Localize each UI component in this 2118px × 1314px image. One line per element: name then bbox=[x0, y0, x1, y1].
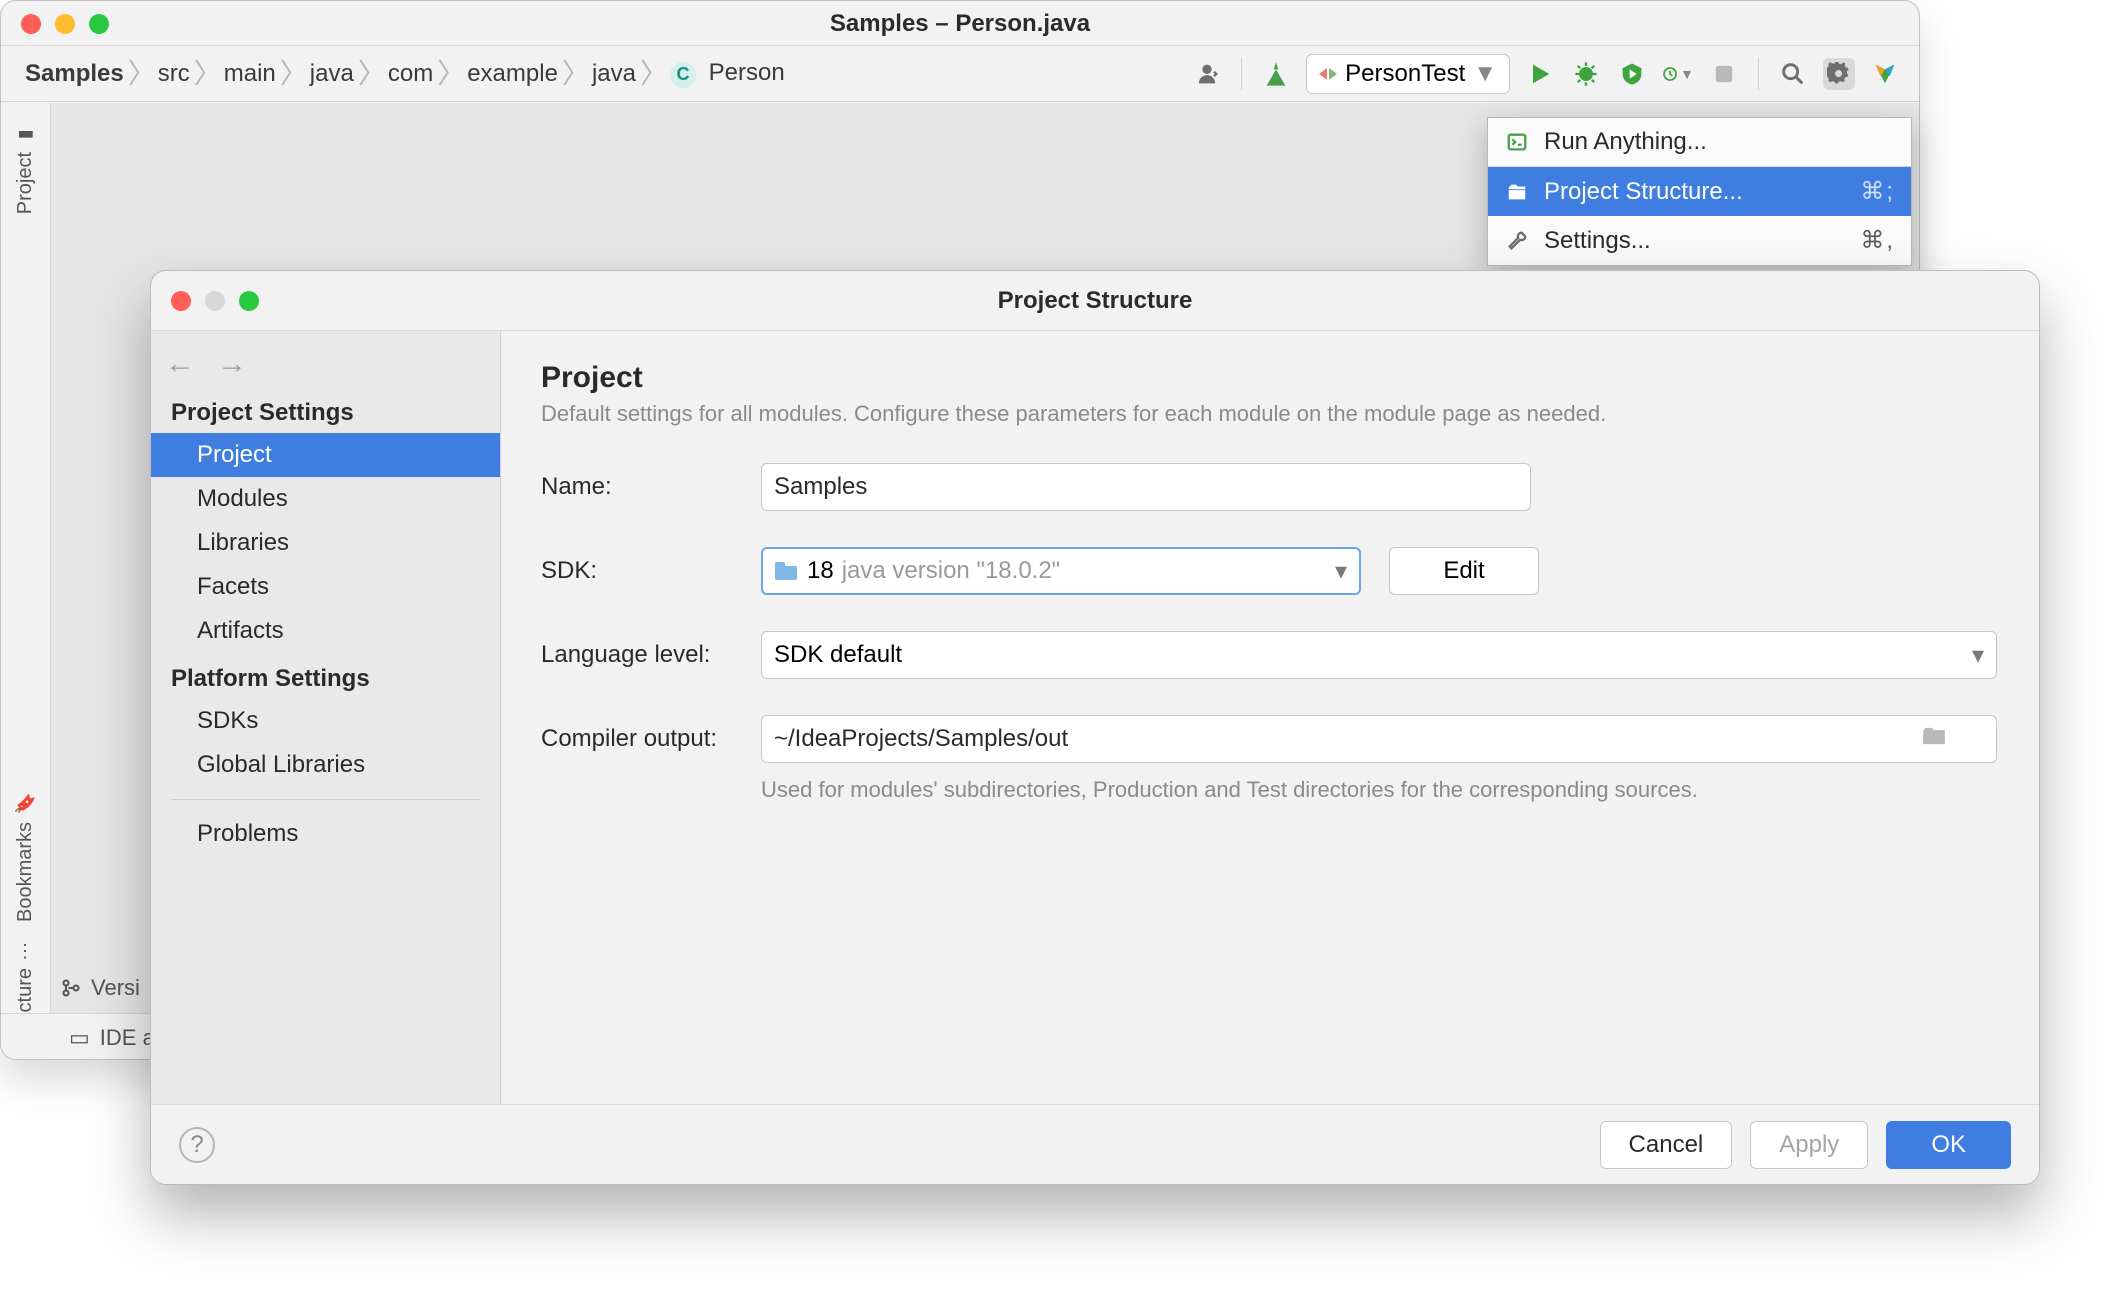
page-description: Default settings for all modules. Config… bbox=[541, 401, 1999, 427]
project-structure-dialog: Project Structure ← → Project Settings P… bbox=[150, 270, 2040, 1185]
bookmark-icon: 🔖 bbox=[15, 792, 37, 814]
close-window-button[interactable] bbox=[21, 14, 41, 34]
name-label: Name: bbox=[541, 473, 761, 501]
section-project-settings: Project Settings bbox=[151, 387, 500, 433]
settings-gear-icon[interactable] bbox=[1823, 58, 1855, 90]
terminal-icon bbox=[1504, 131, 1530, 153]
left-tool-stripe: Project ▮ Bookmarks 🔖 Structure ⋮ bbox=[1, 103, 51, 1059]
compiler-output-label: Compiler output: bbox=[541, 725, 761, 753]
build-icon[interactable] bbox=[1260, 58, 1292, 90]
breadcrumb-item[interactable]: java bbox=[304, 60, 360, 88]
shortcut-label: ⌘; bbox=[1860, 177, 1895, 206]
chevron-down-icon: ▼ bbox=[1680, 66, 1694, 82]
toolbar-right: PersonTest ▼ ▼ bbox=[1191, 54, 1901, 94]
ide-status-item[interactable]: ▭ IDE ar bbox=[69, 1025, 162, 1051]
tool-tab-bookmarks[interactable]: Bookmarks 🔖 bbox=[10, 782, 41, 932]
menu-item-run-anything[interactable]: Run Anything... bbox=[1488, 118, 1911, 167]
edit-sdk-button[interactable]: Edit bbox=[1389, 547, 1539, 595]
sidebar-item-artifacts[interactable]: Artifacts bbox=[151, 609, 500, 653]
dialog-titlebar: Project Structure bbox=[151, 271, 2039, 331]
version-control-status[interactable]: Versi bbox=[61, 965, 140, 1011]
browse-folder-icon[interactable] bbox=[1921, 725, 1947, 754]
breadcrumbs[interactable]: Samples〉 src〉 main〉 java〉 com〉 example〉 … bbox=[19, 59, 1189, 88]
code-with-me-icon[interactable] bbox=[1191, 58, 1223, 90]
language-level-label: Language level: bbox=[541, 641, 761, 669]
sdk-label: SDK: bbox=[541, 557, 761, 585]
nav-back-icon[interactable]: ← bbox=[165, 347, 195, 381]
profile-icon[interactable]: ▼ bbox=[1662, 58, 1694, 90]
apply-button[interactable]: Apply bbox=[1750, 1121, 1868, 1169]
dialog-footer: ? Cancel Apply OK bbox=[151, 1104, 2039, 1184]
nav-forward-icon[interactable]: → bbox=[217, 347, 247, 381]
dialog-sidebar: ← → Project Settings Project Modules Lib… bbox=[151, 331, 501, 1104]
menu-item-project-structure[interactable]: Project Structure... ⌘; bbox=[1488, 167, 1911, 216]
ok-button[interactable]: OK bbox=[1886, 1121, 2011, 1169]
window-icon: ▭ bbox=[69, 1025, 90, 1051]
dialog-title: Project Structure bbox=[998, 287, 1193, 314]
section-platform-settings: Platform Settings bbox=[151, 653, 500, 699]
wrench-icon bbox=[1504, 230, 1530, 252]
structure-icon: ⋮ bbox=[17, 940, 35, 962]
run-test-icon bbox=[1319, 68, 1337, 80]
chevron-down-icon: ▼ bbox=[1473, 60, 1497, 88]
run-configuration-combo[interactable]: PersonTest ▼ bbox=[1306, 54, 1510, 94]
main-toolbar: Samples〉 src〉 main〉 java〉 com〉 example〉 … bbox=[1, 46, 1919, 102]
breadcrumb-root[interactable]: Samples bbox=[19, 60, 130, 88]
chevron-down-icon: ▾ bbox=[1972, 641, 1984, 670]
class-icon: C bbox=[670, 62, 696, 88]
dialog-minimize-button bbox=[205, 291, 225, 311]
folder-icon bbox=[775, 562, 797, 580]
language-level-combo[interactable]: SDK default ▾ bbox=[761, 631, 1997, 679]
breadcrumb-item[interactable]: main bbox=[218, 60, 282, 88]
jetbrains-toolbox-icon[interactable] bbox=[1869, 58, 1901, 90]
breadcrumb-item[interactable]: com bbox=[382, 60, 439, 88]
breadcrumb-class[interactable]: C Person bbox=[664, 59, 791, 88]
settings-popup-menu: Run Anything... Project Structure... ⌘; … bbox=[1487, 117, 1912, 266]
sidebar-item-project[interactable]: Project bbox=[151, 433, 500, 477]
dialog-close-button[interactable] bbox=[171, 291, 191, 311]
dialog-zoom-button[interactable] bbox=[239, 291, 259, 311]
window-controls bbox=[21, 14, 109, 34]
tool-tab-project[interactable]: Project ▮ bbox=[10, 113, 41, 224]
dialog-content: Project Default settings for all modules… bbox=[501, 331, 2039, 1104]
breadcrumb-item[interactable]: src bbox=[152, 60, 196, 88]
sidebar-item-global-libraries[interactable]: Global Libraries bbox=[151, 743, 500, 787]
search-icon[interactable] bbox=[1777, 58, 1809, 90]
run-with-coverage-icon[interactable] bbox=[1616, 58, 1648, 90]
branch-icon bbox=[61, 978, 81, 998]
compiler-output-hint: Used for modules' subdirectories, Produc… bbox=[761, 777, 1999, 803]
run-icon[interactable] bbox=[1524, 58, 1556, 90]
sidebar-item-libraries[interactable]: Libraries bbox=[151, 521, 500, 565]
sidebar-item-problems[interactable]: Problems bbox=[151, 812, 500, 856]
window-title: Samples – Person.java bbox=[830, 10, 1090, 37]
debug-icon[interactable] bbox=[1570, 58, 1602, 90]
menu-item-settings[interactable]: Settings... ⌘, bbox=[1488, 216, 1911, 265]
project-name-input[interactable] bbox=[761, 463, 1531, 511]
compiler-output-input[interactable] bbox=[761, 715, 1997, 763]
page-heading: Project bbox=[541, 361, 1999, 395]
stop-icon[interactable] bbox=[1708, 58, 1740, 90]
zoom-window-button[interactable] bbox=[89, 14, 109, 34]
cancel-button[interactable]: Cancel bbox=[1600, 1121, 1733, 1169]
ide-titlebar: Samples – Person.java bbox=[1, 1, 1919, 46]
sdk-combo[interactable]: 18 java version "18.0.2" ▾ bbox=[761, 547, 1361, 595]
folder-icon: ▮ bbox=[15, 123, 36, 145]
sidebar-item-facets[interactable]: Facets bbox=[151, 565, 500, 609]
project-structure-icon bbox=[1504, 181, 1530, 203]
breadcrumb-item[interactable]: example bbox=[461, 60, 564, 88]
sidebar-item-sdks[interactable]: SDKs bbox=[151, 699, 500, 743]
help-button[interactable]: ? bbox=[179, 1127, 215, 1163]
minimize-window-button[interactable] bbox=[55, 14, 75, 34]
shortcut-label: ⌘, bbox=[1860, 226, 1895, 255]
sidebar-item-modules[interactable]: Modules bbox=[151, 477, 500, 521]
breadcrumb-item[interactable]: java bbox=[586, 60, 642, 88]
chevron-down-icon: ▾ bbox=[1335, 557, 1347, 586]
